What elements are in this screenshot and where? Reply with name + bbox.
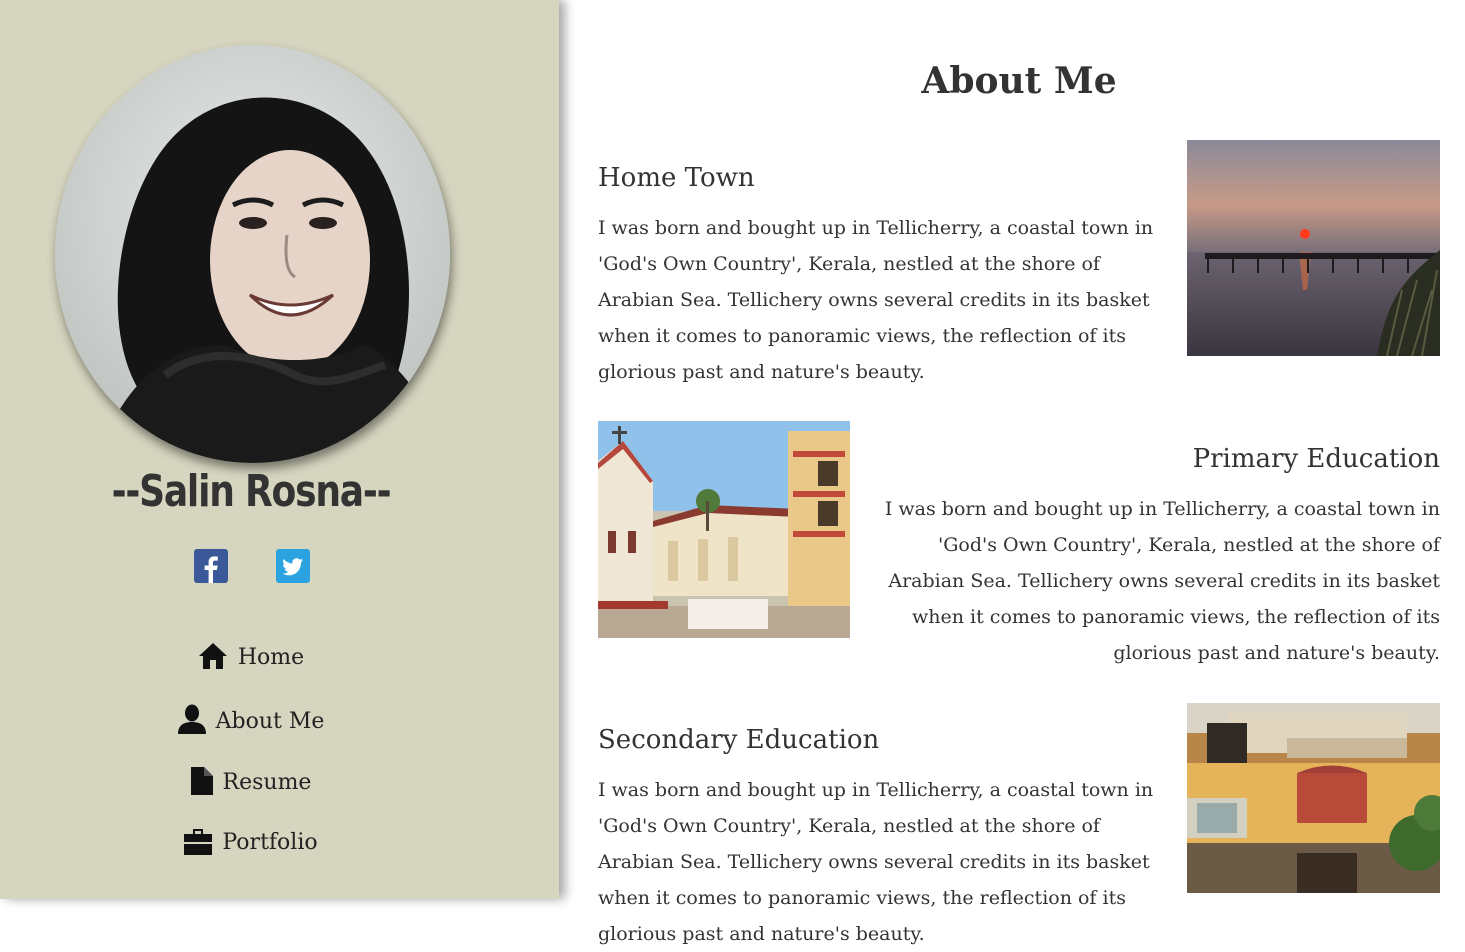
nav-label: Home bbox=[237, 645, 305, 670]
home-icon bbox=[198, 643, 227, 669]
file-icon bbox=[190, 767, 213, 795]
main-content: About Me Home Town I was born and bought… bbox=[559, 0, 1465, 945]
nav-item-about-me[interactable]: About Me bbox=[0, 704, 502, 734]
profile-photo bbox=[55, 45, 450, 463]
user-icon bbox=[177, 704, 206, 734]
section-heading-primary-education: Primary Education bbox=[1192, 444, 1440, 474]
twitter-link[interactable] bbox=[276, 549, 310, 583]
avatar bbox=[55, 45, 450, 463]
nav-label: Resume bbox=[222, 770, 312, 795]
facebook-link[interactable] bbox=[194, 549, 228, 583]
section-text-secondary-education: I was born and bought up in Tellicherry,… bbox=[598, 779, 1154, 945]
nav-label: Portfolio bbox=[222, 830, 318, 855]
section-text-home-town: I was born and bought up in Tellicherry,… bbox=[598, 217, 1154, 383]
hometown-photo bbox=[1187, 140, 1440, 356]
briefcase-icon bbox=[184, 829, 213, 855]
nav-label: About Me bbox=[215, 709, 325, 734]
twitter-icon bbox=[276, 549, 310, 583]
section-heading-secondary-education: Secondary Education bbox=[598, 725, 880, 755]
nav-item-resume[interactable]: Resume bbox=[0, 767, 502, 795]
section-text-primary-education: I was born and bought up in Tellicherry,… bbox=[884, 498, 1440, 664]
primary-school-photo bbox=[598, 421, 850, 638]
sidebar: --Salin Rosna-- Home About Me Resume Por… bbox=[0, 0, 559, 899]
profile-name: --Salin Rosna-- bbox=[111, 466, 392, 517]
nav-item-portfolio[interactable]: Portfolio bbox=[0, 829, 502, 855]
facebook-icon bbox=[194, 549, 228, 583]
page-title: About Me bbox=[921, 60, 1117, 102]
section-heading-home-town: Home Town bbox=[598, 163, 755, 193]
nav-item-home[interactable]: Home bbox=[0, 642, 502, 670]
secondary-school-photo bbox=[1187, 703, 1440, 893]
